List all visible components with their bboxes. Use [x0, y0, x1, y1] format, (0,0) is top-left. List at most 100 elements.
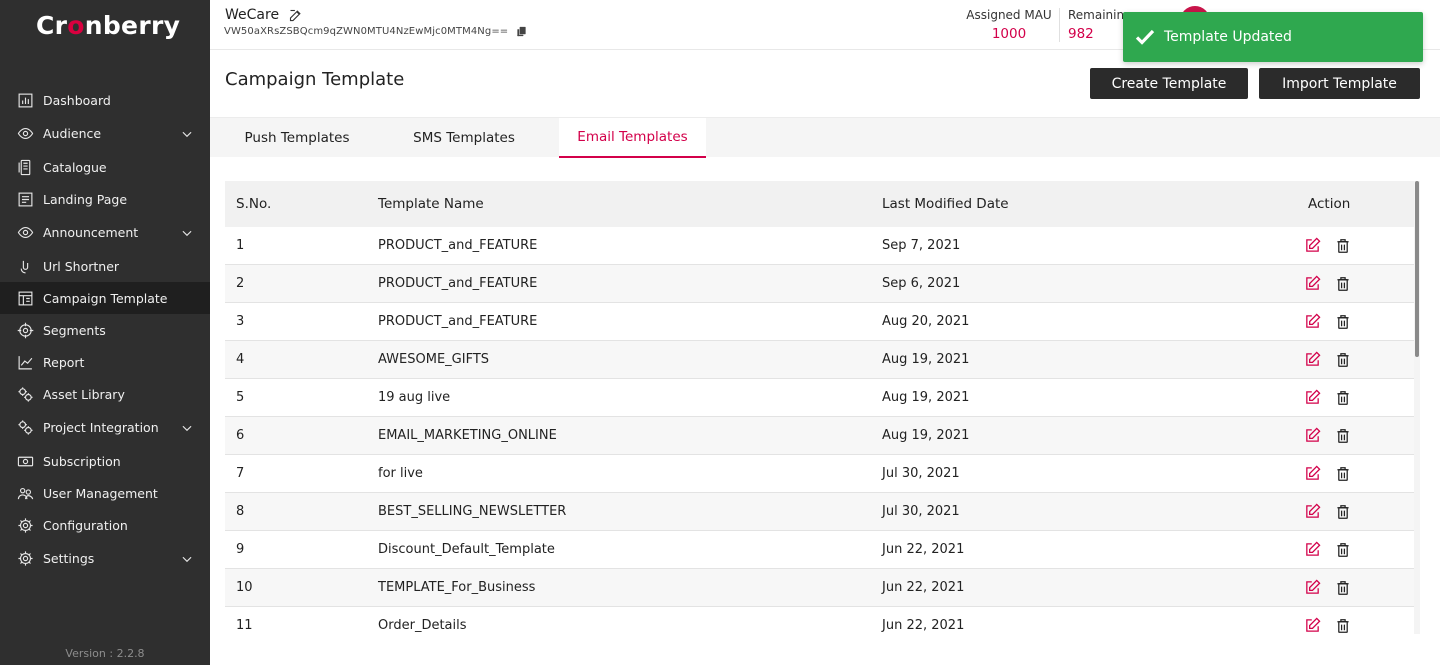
assigned-mau: Assigned MAU 1000 [964, 8, 1054, 42]
chevron-down-icon[interactable] [180, 552, 194, 566]
edit-icon[interactable] [1304, 389, 1321, 406]
trash-icon[interactable] [1336, 352, 1350, 368]
sidebar-item-project-integration[interactable]: Project Integration [0, 410, 210, 445]
edit-icon[interactable] [1304, 351, 1321, 368]
edit-icon[interactable] [1304, 237, 1321, 254]
edit-icon[interactable] [1304, 427, 1321, 444]
cell-sno: 6 [236, 428, 245, 443]
brand-logo[interactable]: Cronberry [36, 11, 180, 40]
sidebar-item-segments[interactable]: Segments [0, 314, 210, 346]
cell-template-name: AWESOME_GIFTS [378, 352, 490, 367]
edit-icon[interactable] [288, 8, 303, 23]
trash-icon[interactable] [1336, 238, 1350, 254]
col-date-header: Last Modified Date [882, 196, 1009, 212]
cell-sno: 11 [236, 618, 253, 633]
edit-icon[interactable] [1304, 617, 1321, 634]
scrollbar-thumb[interactable] [1415, 181, 1419, 357]
cell-last-modified: Jun 22, 2021 [882, 618, 965, 633]
cell-sno: 5 [236, 390, 245, 405]
tab-sms-templates[interactable]: SMS Templates [394, 118, 534, 158]
catalogue-icon [16, 158, 34, 176]
sidebar-item-label: Settings [43, 551, 95, 566]
version-label: Version : 2.2.8 [65, 647, 145, 660]
table-row: 8 BEST_SELLING_NEWSLETTER Jul 30, 2021 [225, 493, 1419, 531]
trash-icon[interactable] [1336, 314, 1350, 330]
sidebar-item-label: Configuration [43, 517, 128, 533]
check-icon [1133, 25, 1157, 49]
copy-icon[interactable] [516, 26, 527, 37]
trash-icon[interactable] [1336, 504, 1350, 520]
sidebar-item-label: Asset Library [43, 386, 125, 402]
chevron-down-icon[interactable] [180, 226, 194, 240]
sidebar-item-label: Audience [43, 126, 102, 141]
template-icon [16, 289, 34, 307]
sidebar-item-asset-library[interactable]: Asset Library [0, 378, 210, 410]
cell-template-name: PRODUCT_and_FEATURE [378, 276, 538, 291]
tab-email-templates[interactable]: Email Templates [559, 118, 706, 158]
table-row: 3 PRODUCT_and_FEATURE Aug 20, 2021 [225, 303, 1419, 341]
trend-icon [16, 353, 34, 371]
trash-icon[interactable] [1336, 542, 1350, 558]
cell-sno: 1 [236, 238, 245, 253]
edit-icon[interactable] [1304, 313, 1321, 330]
cell-last-modified: Aug 19, 2021 [882, 390, 970, 405]
sidebar-item-dashboard[interactable]: Dashboard [0, 84, 210, 116]
app-name: WeCare [225, 7, 280, 23]
trash-icon[interactable] [1336, 276, 1350, 292]
col-sno-header: S.No. [236, 196, 272, 212]
chevron-down-icon[interactable] [180, 127, 194, 141]
sidebar-item-audience[interactable]: Audience [0, 116, 210, 151]
sidebar-item-landing-page[interactable]: Landing Page [0, 183, 210, 215]
cell-actions [1302, 275, 1419, 292]
cell-template-name: PRODUCT_and_FEATURE [378, 314, 538, 329]
trash-icon[interactable] [1336, 466, 1350, 482]
cell-last-modified: Aug 19, 2021 [882, 428, 970, 443]
sidebar-item-report[interactable]: Report [0, 346, 210, 378]
sidebar-item-label: Announcement [43, 225, 139, 240]
edit-icon[interactable] [1304, 503, 1321, 520]
sidebar-item-settings[interactable]: Settings [0, 541, 210, 576]
sidebar-item-subscription[interactable]: Subscription [0, 445, 210, 477]
money-icon [16, 452, 34, 470]
col-action-header: Action [1308, 196, 1351, 212]
cell-template-name: Discount_Default_Template [378, 542, 555, 557]
sidebar-item-label: Dashboard [43, 92, 111, 108]
trash-icon[interactable] [1336, 580, 1350, 596]
table-row: 9 Discount_Default_Template Jun 22, 2021 [225, 531, 1419, 569]
cell-actions [1302, 465, 1419, 482]
table-row: 2 PRODUCT_and_FEATURE Sep 6, 2021 [225, 265, 1419, 303]
page-icon [16, 190, 34, 208]
sidebar-item-announcement[interactable]: Announcement [0, 215, 210, 250]
app-key-text: VW50aXRsZSBQcm9qZWN0MTU4NzEwMjc0MTM4Ng== [224, 26, 509, 37]
sidebar-item-configuration[interactable]: Configuration [0, 509, 210, 541]
chevron-down-icon[interactable] [180, 421, 194, 435]
cell-actions [1302, 313, 1419, 330]
edit-icon[interactable] [1304, 579, 1321, 596]
templates-table: S.No. Template Name Last Modified Date A… [225, 181, 1419, 634]
template-tabs: Push Templates SMS Templates Email Templ… [210, 117, 1440, 158]
sidebar-item-catalogue[interactable]: Catalogue [0, 151, 210, 183]
edit-icon[interactable] [1304, 465, 1321, 482]
sidebar-item-campaign-template[interactable]: Campaign Template [0, 282, 210, 314]
link-icon [16, 257, 34, 275]
import-template-button[interactable]: Import Template [1259, 68, 1420, 99]
sidebar-item-label: Catalogue [43, 159, 107, 175]
cell-actions [1302, 237, 1419, 254]
trash-icon[interactable] [1336, 428, 1350, 444]
app-key: VW50aXRsZSBQcm9qZWN0MTU4NzEwMjc0MTM4Ng== [224, 26, 527, 37]
users-icon [16, 484, 34, 502]
trash-icon[interactable] [1336, 390, 1350, 406]
sidebar-item-user-management[interactable]: User Management [0, 477, 210, 509]
target-icon [16, 321, 34, 339]
tab-push-templates[interactable]: Push Templates [225, 118, 369, 158]
cell-template-name: BEST_SELLING_NEWSLETTER [378, 504, 567, 519]
gears-icon [16, 419, 34, 437]
table-scrollbar[interactable] [1414, 181, 1420, 634]
create-template-button[interactable]: Create Template [1090, 68, 1248, 99]
sidebar-item-label: Campaign Template [43, 290, 168, 306]
table-row: 4 AWESOME_GIFTS Aug 19, 2021 [225, 341, 1419, 379]
sidebar-item-url-shortner[interactable]: Url Shortner [0, 250, 210, 282]
edit-icon[interactable] [1304, 275, 1321, 292]
edit-icon[interactable] [1304, 541, 1321, 558]
trash-icon[interactable] [1336, 618, 1350, 634]
